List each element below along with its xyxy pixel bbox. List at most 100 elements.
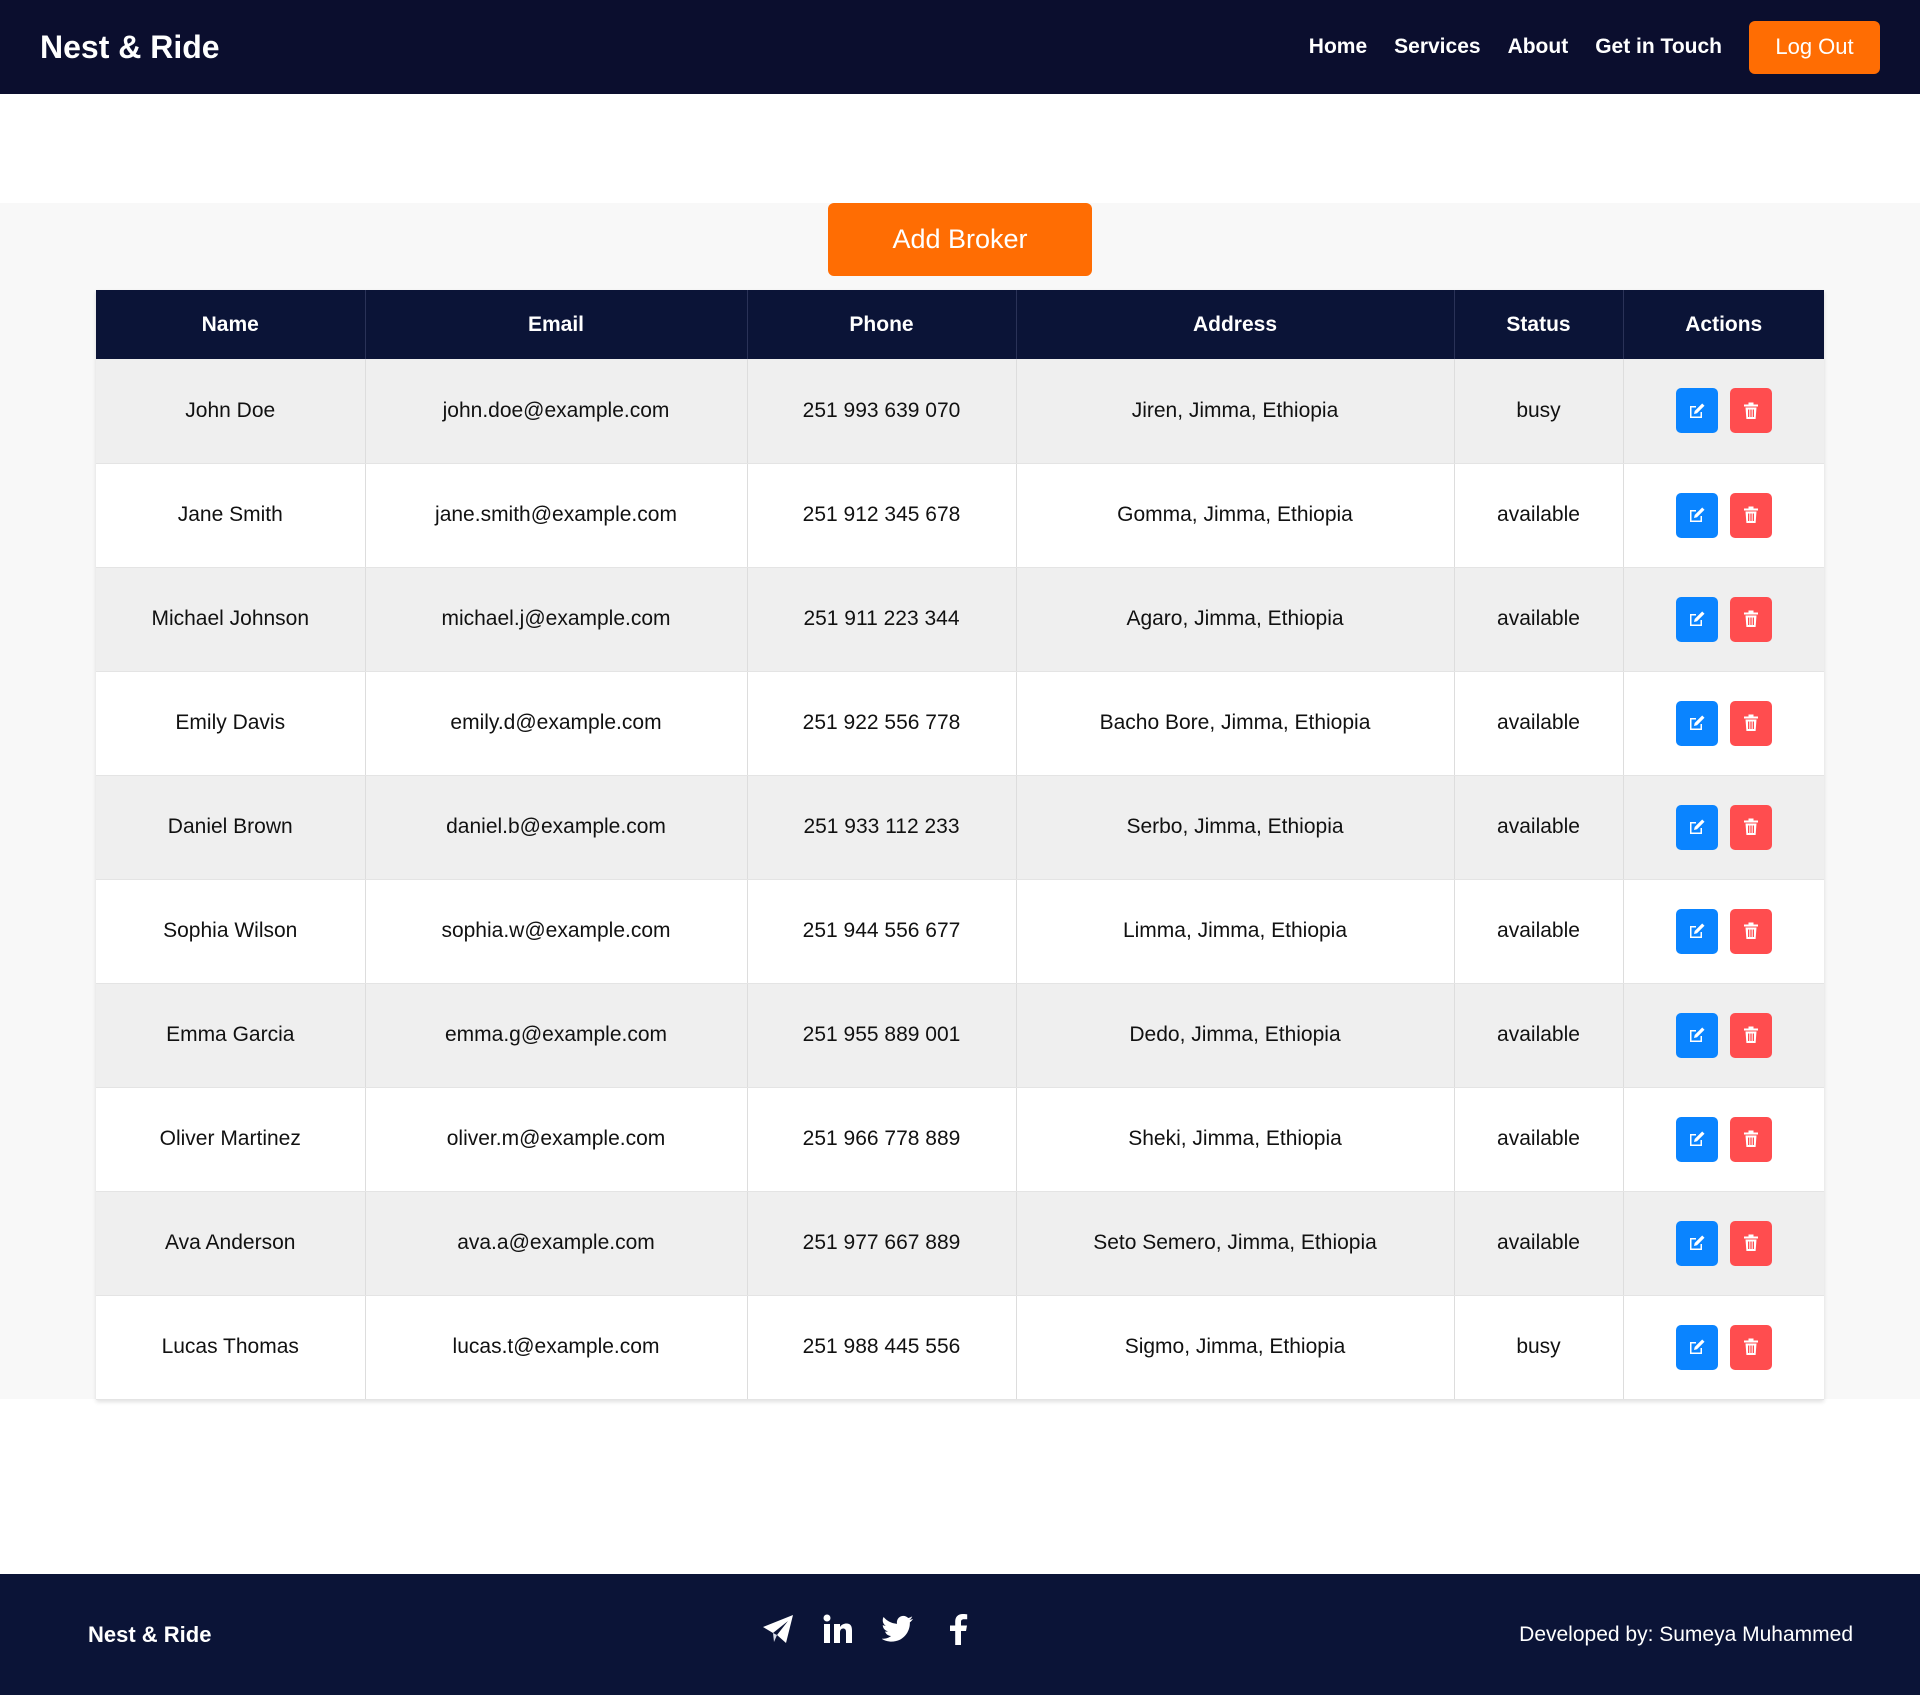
- cell-phone: 251 993 639 070: [747, 359, 1017, 464]
- cell-email: daniel.b@example.com: [365, 775, 748, 880]
- nav-get-in-touch[interactable]: Get in Touch: [1595, 35, 1722, 59]
- trash-icon: [1743, 1234, 1759, 1252]
- table-row: Jane Smith jane.smith@example.com 251 912 …: [96, 463, 1824, 568]
- cell-address: Dedo, Jimma, Ethiopia: [1016, 983, 1455, 1088]
- footer-brand: Nest & Ride: [88, 1621, 212, 1647]
- cell-name: Lucas Thomas: [96, 1295, 366, 1400]
- footer: Nest & Ride Developed by: Sumeya Muhamme…: [0, 1574, 1920, 1695]
- row-actions: [1675, 1324, 1772, 1370]
- row-actions: [1675, 1012, 1772, 1058]
- trash-icon: [1743, 506, 1759, 524]
- cell-actions: [1623, 463, 1824, 568]
- cell-status: available: [1454, 567, 1624, 672]
- telegram-icon[interactable]: [762, 1612, 794, 1646]
- table-row: Emily Davis emily.d@example.com 251 922 55…: [96, 671, 1824, 776]
- cell-phone: 251 988 445 556: [747, 1295, 1017, 1400]
- cell-actions: [1623, 1087, 1824, 1192]
- cell-email: john.doe@example.com: [365, 359, 748, 464]
- edit-icon: [1688, 610, 1706, 628]
- edit-icon: [1688, 1026, 1706, 1044]
- cell-status: available: [1454, 879, 1624, 984]
- cell-email: ava.a@example.com: [365, 1191, 748, 1296]
- delete-button[interactable]: [1729, 700, 1772, 746]
- cell-status: busy: [1454, 359, 1624, 464]
- delete-button[interactable]: [1729, 1324, 1772, 1370]
- brand-logo[interactable]: Nest & Ride: [40, 29, 220, 66]
- cell-phone: 251 912 345 678: [747, 463, 1017, 568]
- delete-button[interactable]: [1729, 596, 1772, 642]
- add-broker-button[interactable]: Add Broker: [828, 203, 1092, 276]
- edit-button[interactable]: [1675, 1012, 1718, 1058]
- logout-button[interactable]: Log Out: [1749, 20, 1880, 74]
- cell-status: busy: [1454, 1295, 1624, 1400]
- edit-icon: [1688, 922, 1706, 940]
- cell-email: lucas.t@example.com: [365, 1295, 748, 1400]
- edit-button[interactable]: [1675, 1116, 1718, 1162]
- nav-services[interactable]: Services: [1394, 35, 1480, 59]
- main-content: Add Broker Name Email Phone Address Stat…: [0, 203, 1920, 1400]
- column-header-status: Status: [1454, 290, 1624, 359]
- edit-button[interactable]: [1675, 492, 1718, 538]
- brokers-table: Name Email Phone Address Status Actions …: [96, 290, 1824, 1400]
- trash-icon: [1743, 1026, 1759, 1044]
- column-header-phone: Phone: [747, 290, 1017, 359]
- cell-email: michael.j@example.com: [365, 567, 748, 672]
- delete-button[interactable]: [1729, 492, 1772, 538]
- cell-actions: [1623, 671, 1824, 776]
- table-row: Ava Anderson ava.a@example.com 251 977 667…: [96, 1191, 1824, 1296]
- cell-phone: 251 933 112 233: [747, 775, 1017, 880]
- cell-phone: 251 911 223 344: [747, 567, 1017, 672]
- cell-actions: [1623, 567, 1824, 672]
- cell-address: Limma, Jimma, Ethiopia: [1016, 879, 1455, 984]
- cell-name: Emma Garcia: [96, 983, 366, 1088]
- nav-home[interactable]: Home: [1309, 35, 1367, 59]
- cell-phone: 251 977 667 889: [747, 1191, 1017, 1296]
- cell-address: Seto Semero, Jimma, Ethiopia: [1016, 1191, 1455, 1296]
- cell-name: Michael Johnson: [96, 567, 366, 672]
- table-row: John Doe john.doe@example.com 251 993 639 …: [96, 359, 1824, 464]
- edit-button[interactable]: [1675, 1220, 1718, 1266]
- nav-about[interactable]: About: [1508, 35, 1569, 59]
- cell-actions: [1623, 1191, 1824, 1296]
- row-actions: [1675, 388, 1772, 434]
- trash-icon: [1743, 610, 1759, 628]
- cell-name: Jane Smith: [96, 463, 366, 568]
- cell-actions: [1623, 983, 1824, 1088]
- facebook-icon[interactable]: [942, 1612, 974, 1646]
- trash-icon: [1743, 402, 1759, 420]
- delete-button[interactable]: [1729, 1220, 1772, 1266]
- trash-icon: [1743, 1130, 1759, 1148]
- edit-button[interactable]: [1675, 388, 1718, 434]
- trash-icon: [1743, 714, 1759, 732]
- cell-name: Ava Anderson: [96, 1191, 366, 1296]
- edit-button[interactable]: [1675, 1324, 1718, 1370]
- edit-button[interactable]: [1675, 596, 1718, 642]
- column-header-name: Name: [96, 290, 366, 359]
- row-actions: [1675, 700, 1772, 746]
- twitter-icon[interactable]: [882, 1612, 914, 1646]
- cell-status: available: [1454, 671, 1624, 776]
- edit-button[interactable]: [1675, 908, 1718, 954]
- delete-button[interactable]: [1729, 804, 1772, 850]
- delete-button[interactable]: [1729, 1116, 1772, 1162]
- delete-button[interactable]: [1729, 388, 1772, 434]
- row-actions: [1675, 1116, 1772, 1162]
- table-row: Emma Garcia emma.g@example.com 251 955 889…: [96, 983, 1824, 1088]
- cell-email: emma.g@example.com: [365, 983, 748, 1088]
- table-row: Oliver Martinez oliver.m@example.com 251 9…: [96, 1087, 1824, 1192]
- trash-icon: [1743, 922, 1759, 940]
- cell-status: available: [1454, 983, 1624, 1088]
- edit-button[interactable]: [1675, 804, 1718, 850]
- delete-button[interactable]: [1729, 908, 1772, 954]
- cell-status: available: [1454, 1087, 1624, 1192]
- cell-email: jane.smith@example.com: [365, 463, 748, 568]
- cell-status: available: [1454, 463, 1624, 568]
- cell-actions: [1623, 775, 1824, 880]
- table-row: Michael Johnson michael.j@example.com 251 …: [96, 567, 1824, 672]
- edit-button[interactable]: [1675, 700, 1718, 746]
- cell-address: Jiren, Jimma, Ethiopia: [1016, 359, 1455, 464]
- linkedin-icon[interactable]: [822, 1612, 854, 1646]
- cell-name: Daniel Brown: [96, 775, 366, 880]
- cell-phone: 251 966 778 889: [747, 1087, 1017, 1192]
- delete-button[interactable]: [1729, 1012, 1772, 1058]
